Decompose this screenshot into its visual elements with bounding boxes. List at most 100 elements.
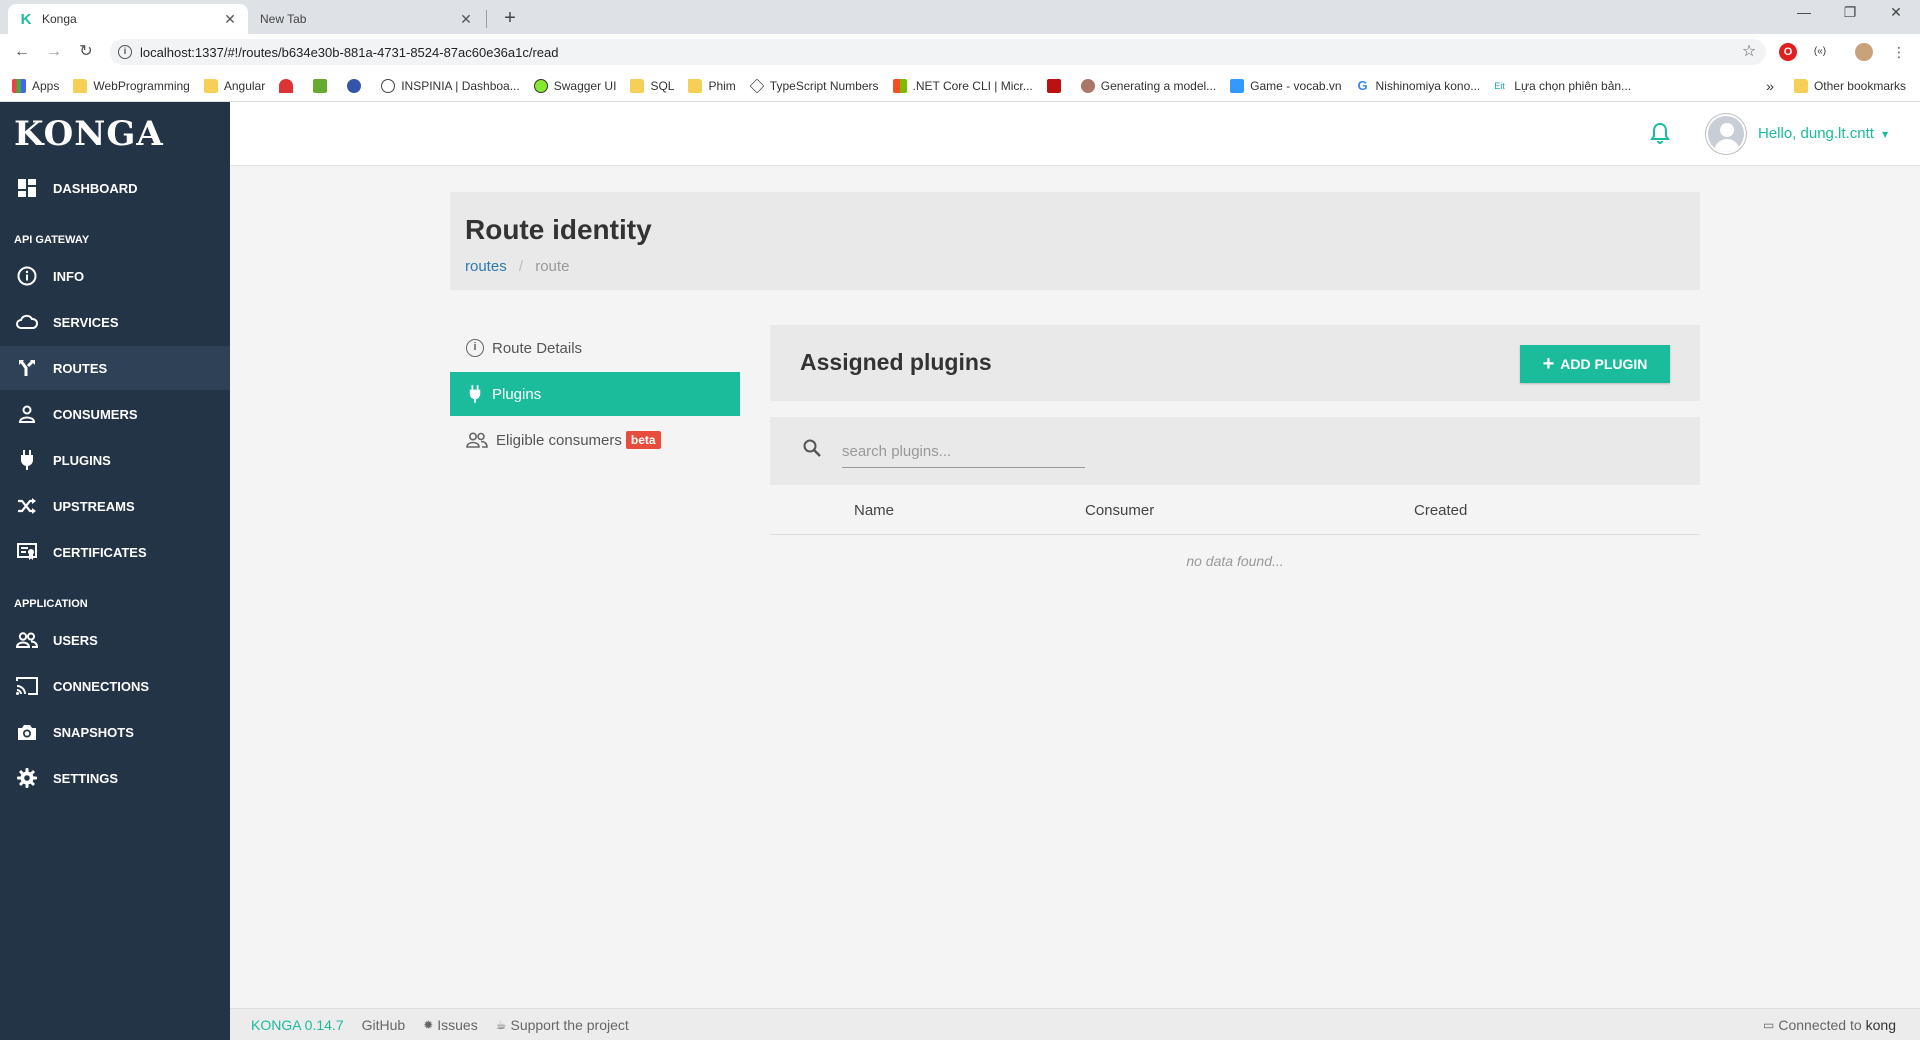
empty-state: no data found...: [1186, 553, 1284, 569]
github-label: GitHub: [361, 1016, 406, 1033]
column-name[interactable]: Name: [854, 502, 894, 519]
plus-icon: +: [1542, 352, 1555, 375]
bookmark-webprogramming[interactable]: WebProgramming: [73, 78, 190, 93]
bookmarks-overflow: » Other bookmarks: [1766, 70, 1906, 102]
tab-new-tab[interactable]: New Tab ✕: [250, 4, 484, 34]
bookmarks-more-chevron[interactable]: »: [1766, 78, 1774, 94]
sidebar-item-connections[interactable]: CONNECTIONS: [0, 664, 230, 708]
sidebar-item-snapshots[interactable]: SNAPSHOTS: [0, 710, 230, 754]
bookmark-label: INSPINIA | Dashboa...: [401, 78, 520, 93]
dashboard-icon: [16, 177, 38, 199]
breadcrumb-routes-link[interactable]: routes: [465, 258, 507, 275]
bookmark-label: Swagger UI: [553, 78, 617, 93]
bookmark-swagger[interactable]: Swagger UI: [533, 78, 617, 93]
sidebar-item-consumers[interactable]: CONSUMERS: [0, 392, 230, 436]
bookmark-apps[interactable]: Apps: [12, 78, 59, 93]
sidebar-item-info[interactable]: INFO: [0, 254, 230, 298]
site-icon: [313, 78, 328, 93]
connected-prefix: Connected to: [1778, 1017, 1862, 1033]
close-tab-icon[interactable]: ✕: [222, 11, 238, 28]
address-bar: ← → ↻ i localhost:1337/#!/routes/b634e30…: [0, 34, 1920, 70]
reload-icon[interactable]: ↻: [76, 42, 96, 62]
microsoft-icon: [892, 78, 907, 93]
add-plugin-button[interactable]: + ADD PLUGIN: [1520, 345, 1670, 383]
swagger-icon: [533, 78, 548, 93]
apps-grid-icon: [12, 78, 26, 93]
bookmark-site-1[interactable]: [279, 78, 299, 93]
bookmark-lua-chon[interactable]: Eit Lựa chọn phiên bản...: [1494, 79, 1631, 93]
plugin-search-bar: [770, 417, 1700, 485]
window-close-icon[interactable]: ✕: [1876, 4, 1916, 21]
search-icon: [803, 439, 821, 457]
bookmark-phim[interactable]: Phim: [688, 78, 736, 93]
sidebar-item-users[interactable]: USERS: [0, 618, 230, 662]
bell-icon[interactable]: [1650, 122, 1670, 150]
bookmark-site-2[interactable]: [313, 78, 333, 93]
close-tab-icon[interactable]: ✕: [458, 11, 474, 28]
bookmark-angular[interactable]: Angular: [203, 78, 266, 93]
avatar-head: [1720, 123, 1734, 137]
url-field[interactable]: i localhost:1337/#!/routes/b634e30b-881a…: [110, 39, 1766, 65]
sidebar-item-certificates[interactable]: CERTIFICATES: [0, 530, 230, 574]
plug-icon: [16, 449, 38, 471]
bookmark-vocab[interactable]: Game - vocab.vn: [1230, 78, 1342, 93]
user-avatar[interactable]: [1706, 114, 1746, 154]
bookmark-label: Angular: [223, 78, 266, 93]
site-icon: [1046, 78, 1061, 93]
bookmark-label: Phim: [708, 78, 736, 93]
sidebar-item-label: SERVICES: [53, 314, 119, 330]
bookmark-sql[interactable]: SQL: [630, 78, 674, 93]
chrome-menu-icon[interactable]: ⋮: [1890, 43, 1908, 61]
section-application: APPLICATION: [14, 598, 88, 610]
new-tab-plus-icon[interactable]: +: [498, 6, 522, 30]
profile-avatar-icon[interactable]: [1855, 43, 1873, 61]
sidebar-item-services[interactable]: SERVICES: [0, 300, 230, 344]
column-created[interactable]: Created: [1414, 502, 1467, 519]
bookmark-label: .NET Core CLI | Micr...: [912, 78, 1033, 93]
bookmark-typescript[interactable]: TypeScript Numbers: [749, 78, 879, 93]
sidebar-item-upstreams[interactable]: UPSTREAMS: [0, 484, 230, 528]
extension-icon[interactable]: («): [1811, 43, 1829, 61]
bookmark-star-icon[interactable]: ☆: [1740, 43, 1758, 61]
minimize-icon[interactable]: —: [1784, 4, 1824, 20]
column-consumer[interactable]: Consumer: [1085, 502, 1154, 519]
site-icon: [1230, 78, 1245, 93]
forward-arrow-icon[interactable]: →: [44, 42, 64, 62]
sidebar-item-dashboard[interactable]: DASHBOARD: [0, 166, 230, 210]
bookmark-nishinomiya[interactable]: G Nishinomiya kono...: [1356, 77, 1480, 93]
assigned-plugins-header: Assigned plugins + ADD PLUGIN: [770, 325, 1700, 401]
support-link[interactable]: ☕ Support the project: [496, 1017, 629, 1033]
konga-logo[interactable]: KONGA: [0, 102, 230, 166]
bookmark-label: TypeScript Numbers: [769, 78, 879, 93]
bookmark-inspinia[interactable]: INSPINIA | Dashboa...: [381, 78, 520, 93]
folder-icon: [203, 78, 218, 93]
sidebar-item-plugins[interactable]: PLUGINS: [0, 438, 230, 482]
restore-icon[interactable]: ❐: [1830, 4, 1870, 21]
users-icon: [16, 629, 38, 651]
user-menu[interactable]: Hello, dung.lt.cntt ▾: [1758, 125, 1888, 142]
menu-eligible-consumers[interactable]: Eligible consumers beta: [450, 418, 740, 462]
back-arrow-icon[interactable]: ←: [12, 42, 32, 62]
site-icon: Eit: [1494, 80, 1505, 91]
site-icon: [1080, 78, 1095, 93]
support-label: Support the project: [510, 1016, 629, 1033]
table-header: Name Consumer Created: [770, 485, 1700, 535]
opera-extension-icon[interactable]: O: [1779, 43, 1797, 61]
bookmark-site-4[interactable]: [1046, 78, 1067, 93]
menu-plugins[interactable]: Plugins: [450, 372, 740, 416]
connection-name: kong: [1865, 1017, 1896, 1033]
google-icon: G: [1357, 77, 1368, 93]
menu-route-details[interactable]: i Route Details: [450, 326, 740, 370]
bookmark-generating[interactable]: Generating a model...: [1080, 78, 1216, 93]
site-info-icon[interactable]: i: [118, 45, 132, 59]
sidebar-item-routes[interactable]: ROUTES: [0, 346, 230, 390]
bookmark-dotnet[interactable]: .NET Core CLI | Micr...: [892, 78, 1033, 93]
github-link[interactable]: GitHub: [362, 1017, 406, 1033]
bookmark-site-3[interactable]: [347, 78, 367, 93]
other-bookmarks[interactable]: Other bookmarks: [1793, 79, 1906, 93]
issues-link[interactable]: ✹ Issues: [423, 1017, 478, 1033]
konga-version: KONGA 0.14.7: [251, 1016, 344, 1033]
tab-konga[interactable]: K Konga ✕: [8, 4, 248, 34]
sidebar-item-settings[interactable]: SETTINGS: [0, 756, 230, 800]
search-plugins-input[interactable]: [842, 436, 1085, 468]
